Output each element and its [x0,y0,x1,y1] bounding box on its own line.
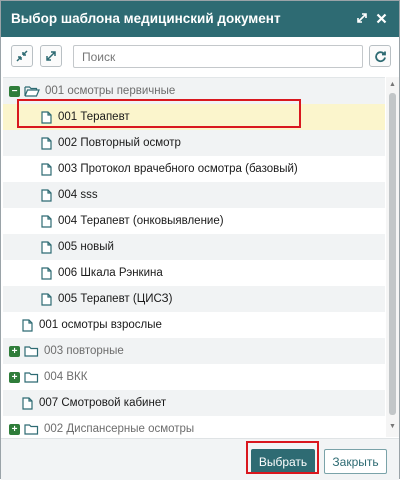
close-icon[interactable] [372,9,390,27]
tree-folder[interactable]: +003 повторные [3,338,385,364]
tree-item-label: 004 Терапевт (онковыявление) [58,215,224,227]
tree-item[interactable]: 006 Шкала Рэнкина [3,260,385,286]
tree-item-label: 007 Смотровой кабинет [39,397,167,409]
tree-item-label: 004 ВКК [44,371,88,383]
dialog-titlebar: Выбор шаблона медицинский документ [1,1,399,37]
tree-folder[interactable]: − 001 осмотры первичные [3,78,385,104]
tree-item-label: 001 осмотры взрослые [39,319,162,331]
scroll-up-icon[interactable]: ▲ [388,81,397,88]
tree-item-label: 001 осмотры первичные [45,85,176,97]
tree-item-label: 004 sss [58,189,98,201]
tree-item-label: 005 Терапевт (ЦИСЗ) [58,293,173,305]
folder-icon [24,345,39,357]
tree-item[interactable]: 001 Терапевт [3,104,385,130]
document-icon [41,188,52,202]
expand-toggle-icon[interactable]: + [9,345,20,357]
folder-icon [24,371,39,383]
expand-icon [46,51,56,61]
folder-icon [24,423,39,435]
tree-item[interactable]: 003 Протокол врачебного осмотра (базовый… [3,156,385,182]
document-icon [41,266,52,280]
tree-item-label: 003 повторные [44,345,124,357]
expand-toggle-icon[interactable]: + [9,423,20,435]
dialog-title: Выбор шаблона медицинский документ [11,11,281,26]
scrollbar-thumb[interactable] [389,93,396,415]
collapse-icon [16,50,28,62]
tree-toolbar [1,37,399,77]
refresh-button[interactable] [369,45,391,67]
tree-item[interactable]: 007 Смотровой кабинет [3,390,385,416]
select-button[interactable]: Выбрать [251,449,315,474]
tree-item-label: 002 Диспансерные осмотры [44,423,195,435]
close-button[interactable]: Закрыть [324,449,387,474]
tree-item-label: 005 новый [58,241,114,253]
document-icon [41,214,52,228]
document-icon [41,240,52,254]
maximize-icon[interactable] [353,9,371,27]
document-icon [41,136,52,150]
tree-item-label: 003 Протокол врачебного осмотра (базовый… [58,163,298,175]
template-select-dialog: Выбор шаблона медицинский документ − 001 … [0,0,400,480]
document-icon [41,110,52,124]
document-icon [41,162,52,176]
refresh-icon [374,50,386,62]
folder-open-icon [24,85,40,97]
tree-scrollbar[interactable]: ▲ ▼ [386,77,399,437]
tree-folder[interactable]: +004 ВКК [3,364,385,390]
tree-item-label: 002 Повторный осмотр [58,137,181,149]
search-input[interactable] [73,45,363,68]
tree-item-label: 001 Терапевт [58,111,130,123]
tree-item[interactable]: 001 осмотры взрослые [3,312,385,338]
dialog-footer: Выбрать Закрыть [1,438,399,480]
tree-item-label: 006 Шкала Рэнкина [58,267,163,279]
tree-item[interactable]: 004 Терапевт (онковыявление) [3,208,385,234]
scroll-down-icon[interactable]: ▼ [388,423,397,430]
tree-item[interactable]: 005 новый [3,234,385,260]
document-icon [22,318,33,332]
template-tree: − 001 осмотры первичные 001 Терапевт 002 По… [3,77,385,438]
tree-folder[interactable]: +002 Диспансерные осмотры [3,416,385,438]
collapse-all-button[interactable] [11,45,33,67]
document-icon [41,292,52,306]
document-icon [22,396,33,410]
expand-all-button[interactable] [40,45,62,67]
tree-item[interactable]: 002 Повторный осмотр [3,130,385,156]
expand-toggle-icon[interactable]: + [9,371,20,383]
collapse-toggle-icon[interactable]: − [9,85,20,97]
tree-item[interactable]: 005 Терапевт (ЦИСЗ) [3,286,385,312]
tree-item[interactable]: 004 sss [3,182,385,208]
